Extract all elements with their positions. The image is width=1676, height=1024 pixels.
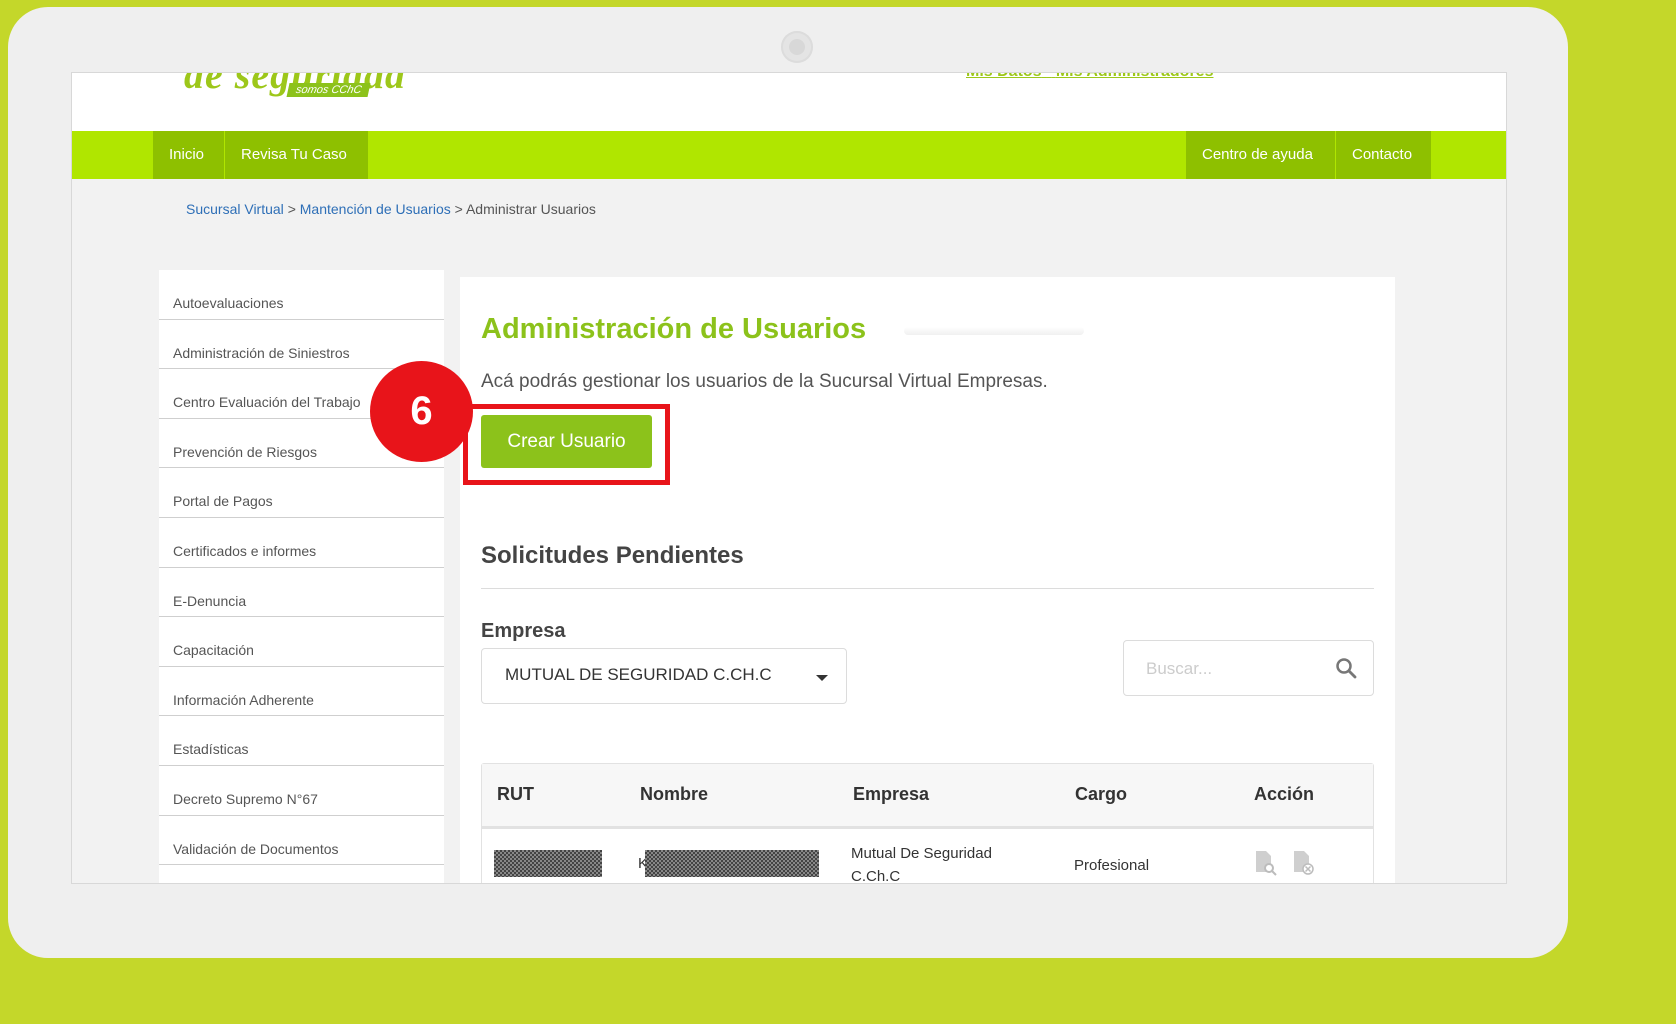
main-navbar: Inicio Revisa Tu Caso Centro de ayuda Co… (72, 131, 1506, 179)
sidebar-menu: Autoevaluaciones Administración de Sinie… (159, 270, 444, 883)
nav-centro-de-ayuda[interactable]: Centro de ayuda (1186, 131, 1335, 179)
page-subtitle: Acá podrás gestionar los usuarios de la … (481, 371, 1048, 392)
chevron-down-icon (816, 675, 828, 681)
sidebar-item-autoevaluaciones[interactable]: Autoevaluaciones (159, 270, 444, 320)
page-title: Administración de Usuarios (481, 313, 867, 345)
search-input[interactable] (1144, 655, 1318, 683)
create-user-button[interactable]: Crear Usuario (481, 415, 652, 468)
redacted-rut (494, 850, 602, 877)
camera-icon (781, 31, 813, 63)
breadcrumb-separator: > (287, 201, 296, 217)
site-header: de seguridad somos CChC Mis Datos - Mis … (72, 73, 1506, 131)
search-box (1123, 640, 1374, 696)
nav-revisa-tu-caso[interactable]: Revisa Tu Caso (225, 131, 368, 179)
divider (481, 588, 1374, 589)
sidebar-item-informacion-adherente[interactable]: Información Adherente (159, 667, 444, 717)
sidebar-item-estadisticas[interactable]: Estadísticas (159, 716, 444, 766)
breadcrumb-separator: > (454, 201, 463, 217)
nav-inicio[interactable]: Inicio (153, 131, 224, 179)
sidebar-item-certificados[interactable]: Certificados e informes (159, 518, 444, 568)
header-cargo: Cargo (1075, 784, 1128, 804)
view-document-icon[interactable] (1254, 850, 1278, 876)
redacted-nombre (645, 850, 819, 877)
empresa-label: Empresa (481, 620, 566, 642)
empresa-select-value: MUTUAL DE SEGURIDAD C.CH.C (505, 665, 772, 684)
header-rut: RUT (497, 784, 534, 804)
table-header: RUT Nombre Empresa Cargo Acción (482, 764, 1373, 829)
step-badge: 6 (370, 361, 473, 462)
reject-document-icon[interactable] (1292, 850, 1316, 876)
pending-requests-table: RUT Nombre Empresa Cargo Acción K Mutual… (481, 763, 1374, 884)
header-empresa: Empresa (853, 784, 930, 804)
sidebar-item-validacion-documentos[interactable]: Validación de Documentos (159, 816, 444, 866)
breadcrumb-current: Administrar Usuarios (465, 201, 596, 217)
breadcrumb: Sucursal Virtual > Mantención de Usuario… (186, 201, 596, 217)
header-accion: Acción (1254, 784, 1315, 804)
section-title: Solicitudes Pendientes (481, 542, 744, 569)
empresa-select[interactable]: MUTUAL DE SEGURIDAD C.CH.C (481, 648, 847, 704)
header-links: Mis Datos - Mis Administradores (966, 73, 1214, 81)
logo-badge: somos CChC (286, 83, 371, 97)
sidebar-item-siniestros[interactable]: Administración de Siniestros (159, 320, 444, 370)
row-empresa: Mutual De Seguridad C.Ch.C (851, 845, 992, 884)
sidebar-item-decreto-supremo[interactable]: Decreto Supremo N°67 (159, 766, 444, 816)
sidebar-item-e-denuncia[interactable]: E-Denuncia (159, 568, 444, 618)
sidebar-item-capacitacion[interactable]: Capacitación (159, 617, 444, 667)
mis-datos-link[interactable]: Mis Datos (966, 73, 1042, 80)
breadcrumb-sucursal-virtual[interactable]: Sucursal Virtual (186, 201, 284, 217)
header-nombre: Nombre (640, 784, 709, 804)
main-panel: Administración de Usuarios Acá podrás ge… (460, 277, 1395, 884)
row-cargo: Profesional (1074, 857, 1150, 874)
header-link-separator: - (1046, 73, 1051, 80)
mis-administradores-link[interactable]: Mis Administradores (1056, 73, 1214, 80)
sidebar-item-portal-pagos[interactable]: Portal de Pagos (159, 468, 444, 518)
search-icon[interactable] (1335, 657, 1357, 679)
title-decoration (904, 327, 1084, 335)
breadcrumb-mantencion-usuarios[interactable]: Mantención de Usuarios (300, 201, 451, 217)
browser-screen: de seguridad somos CChC Mis Datos - Mis … (71, 72, 1507, 884)
nav-contacto[interactable]: Contacto (1336, 131, 1431, 179)
